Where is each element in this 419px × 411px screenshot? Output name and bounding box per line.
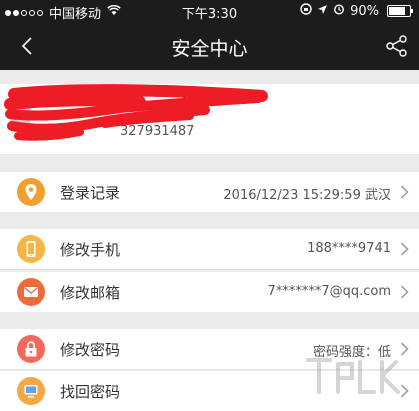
change-phone-label: 修改手机 [60,241,121,259]
lock-icon [17,335,45,363]
email-value: 7*******7@qq.com [267,284,391,299]
page-title: 安全中心 [171,38,248,60]
status-bar: 中国移动 下午3:30 90% [0,0,419,22]
login-record-label: 登录记录 [60,184,121,202]
chevron-right-icon [400,242,409,256]
share-icon[interactable] [383,32,411,60]
recover-password-label: 找回密码 [60,383,121,401]
last-login-value: 2016/12/23 15:29:59 武汉 [223,188,391,203]
change-email-row[interactable]: 修改邮箱 7*******7@qq.com [0,272,419,312]
change-phone-row[interactable]: 修改手机 188****9741 [0,229,419,269]
phone-number-value: 188****9741 [307,241,391,256]
account-card[interactable]: 89 327931487 [0,84,419,154]
monitor-icon [17,377,45,405]
location-pin-icon [17,178,45,206]
location-arrow-icon [317,4,328,19]
chevron-right-icon [400,185,409,199]
rotation-lock-icon [300,3,312,19]
chevron-right-icon [400,285,409,299]
divider [0,269,419,270]
alarm-icon [333,3,345,19]
change-email-label: 修改邮箱 [60,284,121,302]
battery-percent: 90% [350,3,379,19]
login-record-row[interactable]: 登录记录 2016/12/23 15:29:59 武汉 [0,172,419,212]
nav-bar: 安全中心 [0,22,419,70]
battery-level [389,7,406,15]
battery-icon [387,5,413,17]
mail-icon [17,278,45,306]
redaction-scribble [4,84,268,141]
watermark-logo [306,358,400,394]
phone-icon [17,235,45,263]
status-right: 90% [300,3,413,19]
change-password-label: 修改密码 [60,341,121,359]
